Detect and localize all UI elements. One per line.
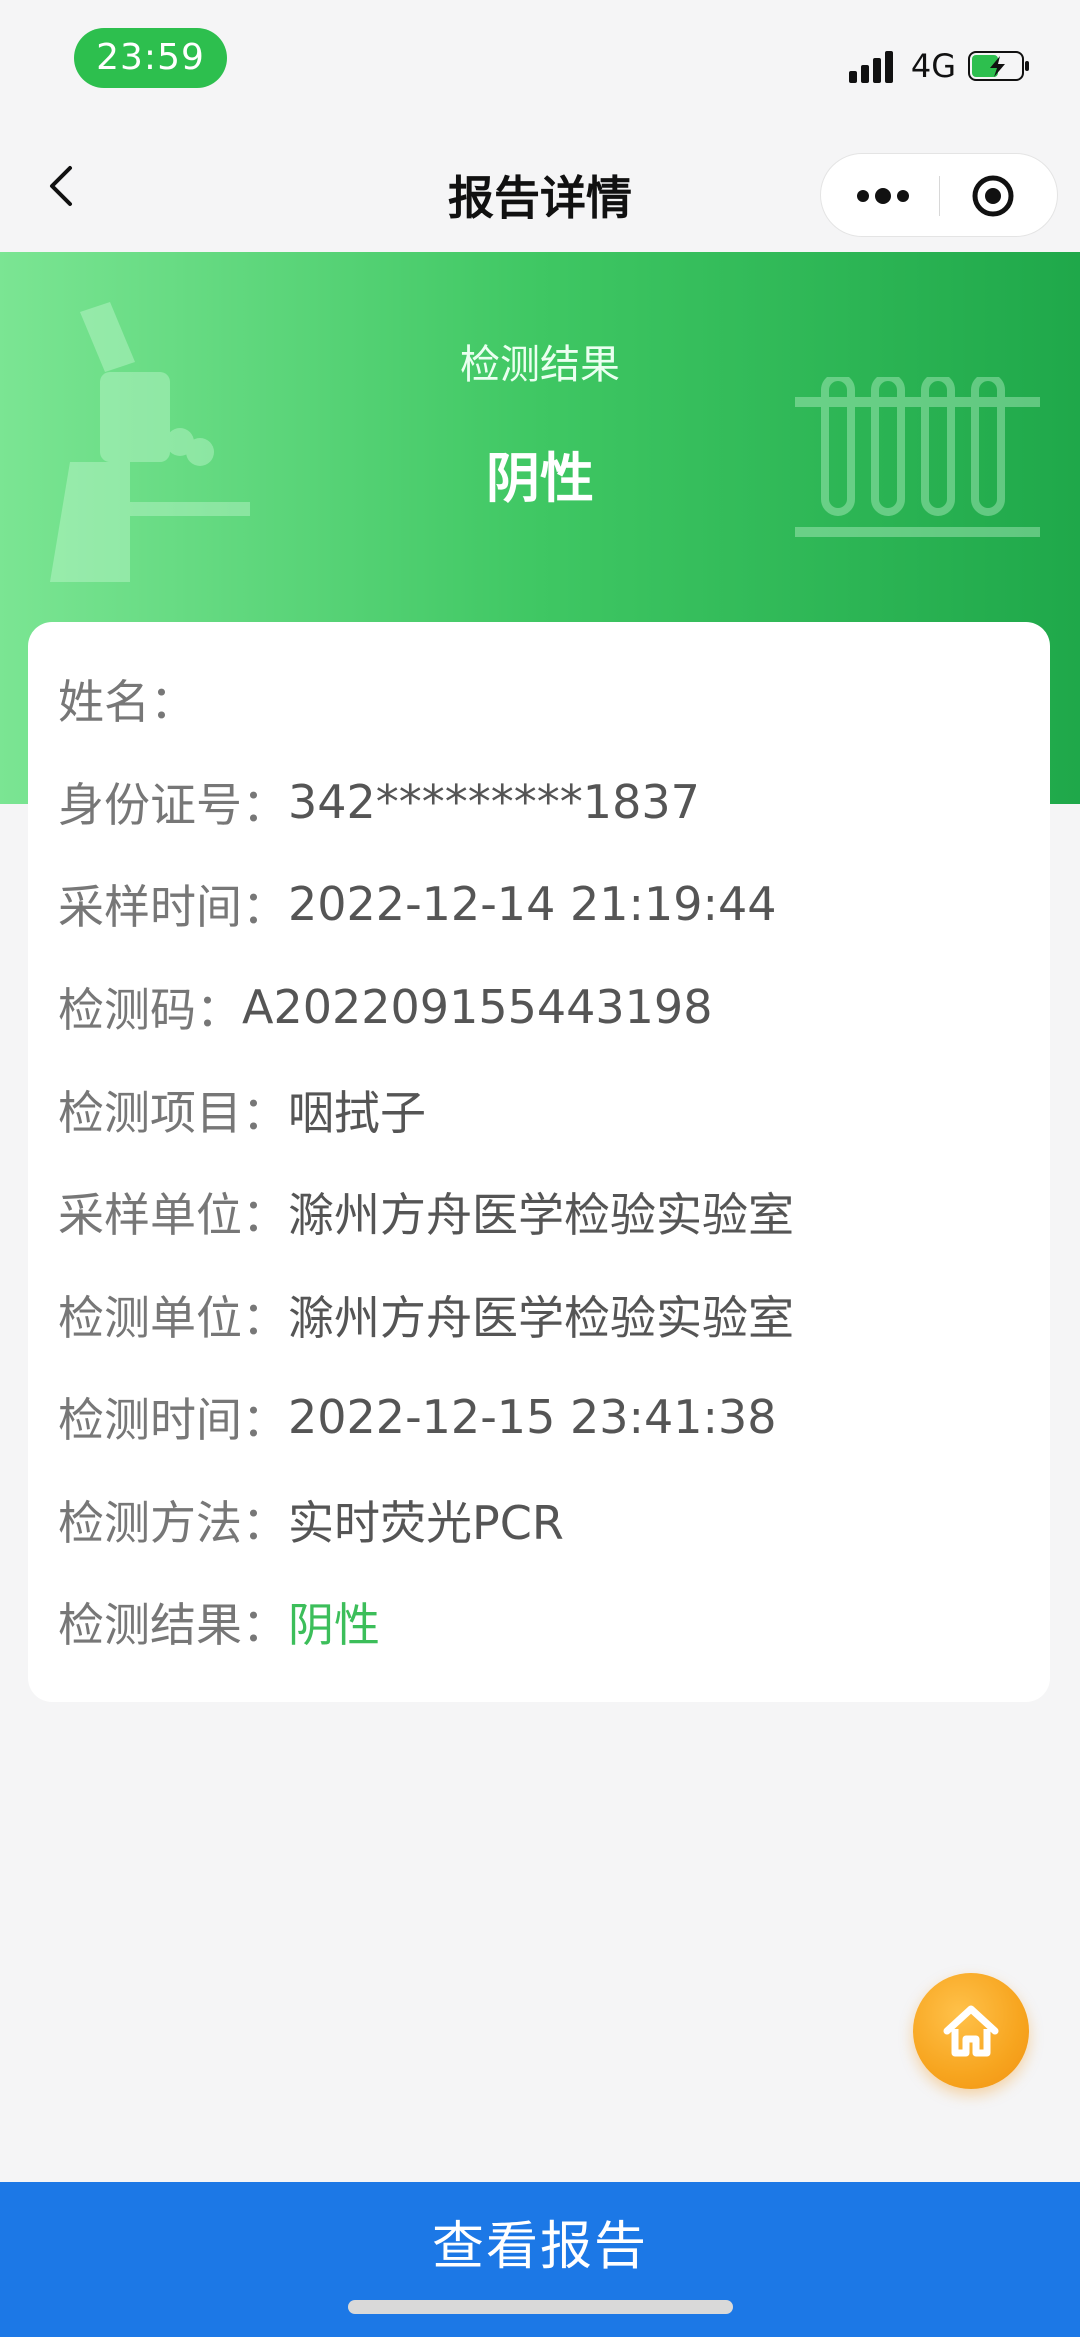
detail-value: 342*********1837 — [288, 775, 700, 829]
detail-value: 2022-12-14 21:19:44 — [288, 877, 777, 931]
detail-row-test-result: 检测结果： 阴性 — [58, 1592, 380, 1652]
detail-row-testing-unit: 检测单位： 滁州方舟医学检验实验室 — [58, 1285, 794, 1345]
detail-label: 检测时间： — [58, 1393, 288, 1447]
target-icon[interactable] — [971, 174, 1015, 218]
detail-row-test-item: 检测项目： 咽拭子 — [58, 1080, 426, 1140]
detail-row-sample-time: 采样时间： 2022-12-14 21:19:44 — [58, 874, 777, 934]
redacted-name — [196, 679, 306, 719]
detail-label: 身份证号： — [58, 778, 288, 832]
detail-result-value: 阴性 — [288, 1598, 380, 1652]
home-indicator — [348, 2300, 733, 2314]
signal-icon — [848, 51, 893, 83]
detail-label: 姓名： — [58, 675, 196, 729]
detail-value: 滁州方舟医学检验实验室 — [288, 1188, 794, 1242]
detail-value: 2022-12-15 23:41:38 — [288, 1390, 777, 1444]
report-detail-card: 姓名： 身份证号： 342*********1837 采样时间： 2022-12… — [28, 622, 1050, 1702]
detail-label: 检测码： — [58, 983, 242, 1037]
network-label: 4G — [910, 47, 956, 85]
detail-value: A202209155443198 — [242, 980, 713, 1034]
bottom-action-bar: 查看报告 — [0, 2182, 1080, 2337]
capsule-divider — [939, 176, 940, 216]
home-button[interactable] — [913, 1973, 1029, 2089]
detail-value: 咽拭子 — [288, 1086, 426, 1140]
detail-row-id-number: 身份证号： 342*********1837 — [58, 772, 700, 832]
mini-program-capsule — [820, 153, 1058, 237]
detail-label: 采样时间： — [58, 880, 288, 934]
detail-label: 检测单位： — [58, 1291, 288, 1345]
detail-row-name: 姓名： — [58, 669, 306, 729]
status-bar: 23:59 4G — [0, 0, 1080, 120]
detail-value: 滁州方舟医学检验实验室 — [288, 1291, 794, 1345]
detail-label: 检测结果： — [58, 1598, 288, 1652]
battery-icon — [968, 51, 1029, 81]
detail-label: 检测项目： — [58, 1086, 288, 1140]
nav-bar: 报告详情 — [0, 120, 1080, 252]
status-indicators: 4G — [848, 46, 1030, 86]
hero-result-label: 检测结果 — [460, 342, 620, 388]
detail-row-sampling-unit: 采样单位： 滁州方舟医学检验实验室 — [58, 1182, 794, 1242]
view-report-button[interactable]: 查看报告 — [0, 2182, 1080, 2312]
status-time: 23:59 — [74, 28, 227, 88]
detail-row-test-method: 检测方法： 实时荧光PCR — [58, 1490, 564, 1550]
detail-row-test-code: 检测码： A202209155443198 — [58, 977, 712, 1037]
detail-row-test-time: 检测时间： 2022-12-15 23:41:38 — [58, 1387, 777, 1447]
detail-label: 采样单位： — [58, 1188, 288, 1242]
detail-label: 检测方法： — [58, 1496, 288, 1550]
home-icon — [943, 2005, 999, 2057]
detail-value: 实时荧光PCR — [288, 1496, 564, 1550]
more-icon[interactable] — [855, 184, 911, 208]
hero-result-value: 阴性 — [486, 447, 594, 510]
